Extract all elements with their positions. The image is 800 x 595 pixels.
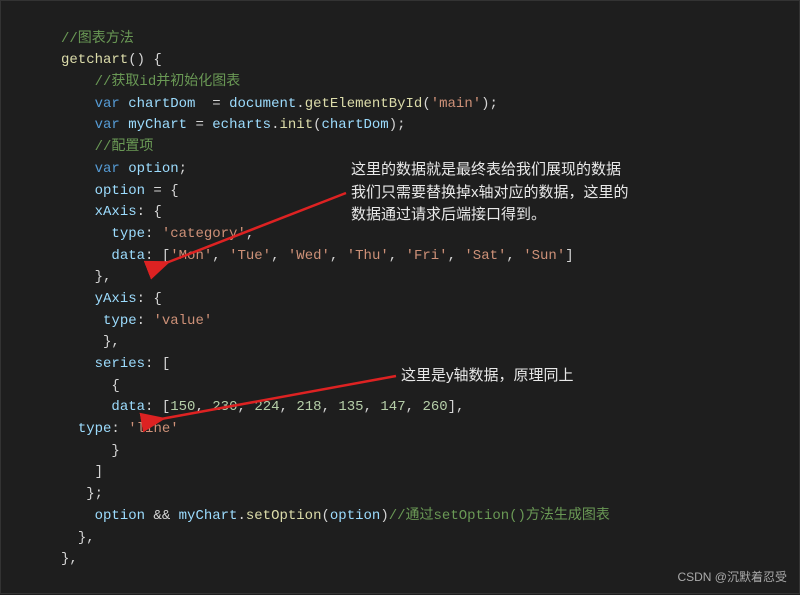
annotation-1: 这里的数据就是最终表给我们展现的数据 我们只需要替换掉x轴对应的数据，这里的 数… <box>351 159 629 227</box>
comment: //获取id并初始化图表 <box>95 74 241 90</box>
annotation-2: 这里是y轴数据，原理同上 <box>401 365 574 388</box>
punct: () { <box>128 52 162 68</box>
annotation-2-text: 这里是y轴数据，原理同上 <box>401 367 574 384</box>
annotation-1-line2: 我们只需要替换掉x轴对应的数据，这里的 <box>351 182 629 205</box>
annotation-1-line1: 这里的数据就是最终表给我们展现的数据 <box>351 159 629 182</box>
annotation-1-line3: 数据通过请求后端接口得到。 <box>351 204 629 227</box>
func-name: getchart <box>61 52 128 68</box>
comment: //图表方法 <box>61 31 134 47</box>
watermark: CSDN @沉默着忍受 <box>677 568 787 587</box>
keyword: var <box>95 96 120 112</box>
ident: chartDom <box>128 96 195 112</box>
code-block: //图表方法 getchart() { //获取id并初始化图表 var cha… <box>1 1 799 571</box>
